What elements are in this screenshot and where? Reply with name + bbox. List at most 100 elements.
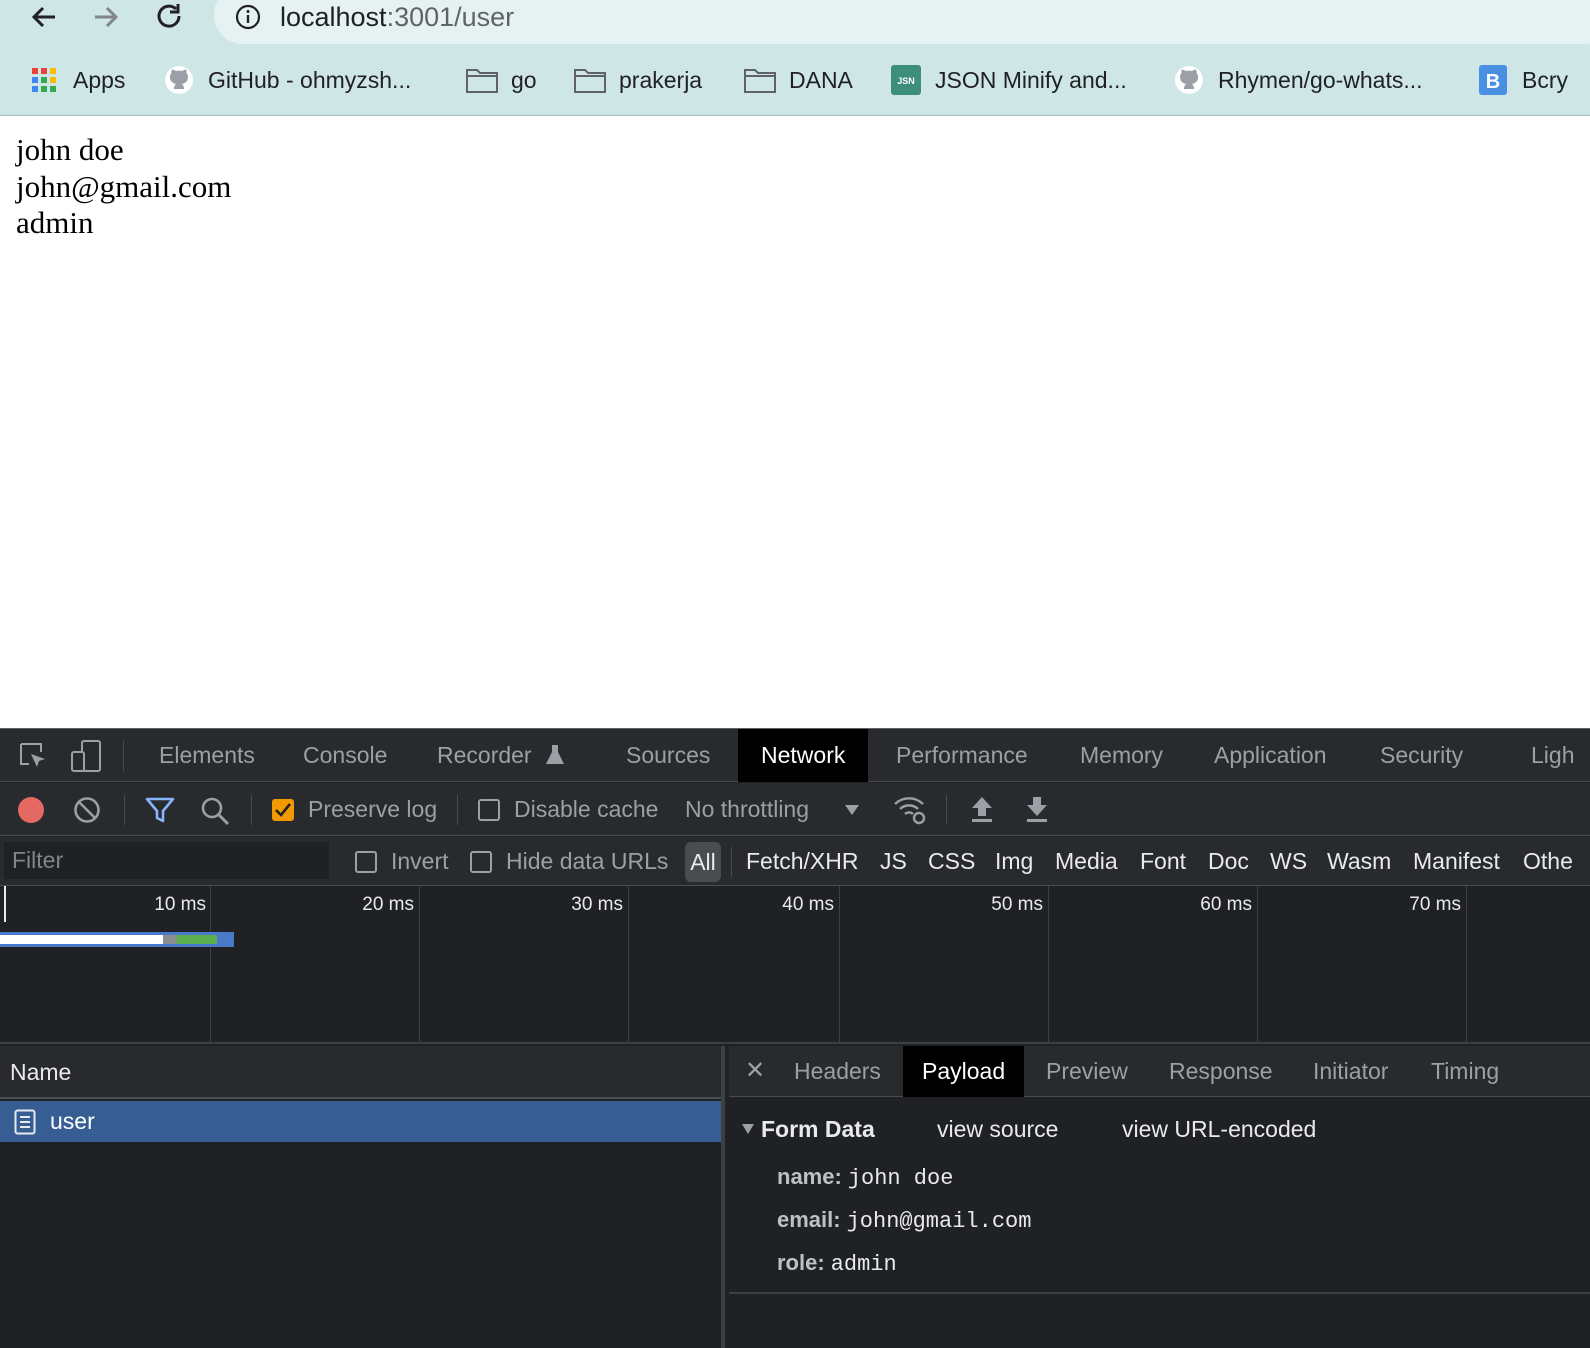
request-list: Name user [0, 1046, 725, 1348]
network-timeline-overview[interactable]: 10 ms 20 ms 30 ms 40 ms 50 ms 60 ms 70 m… [0, 886, 1590, 1044]
filter-type-media[interactable]: Media [1055, 837, 1118, 886]
devtools-panel: Elements Console Recorder Sources Networ… [0, 728, 1590, 1348]
json-icon: JSN [890, 64, 922, 96]
tab-security[interactable]: Security [1380, 729, 1463, 782]
filter-type-fetch-xhr[interactable]: Fetch/XHR [746, 837, 858, 886]
filter-type-css[interactable]: CSS [928, 837, 975, 886]
throttling-select[interactable]: No throttling [685, 783, 860, 836]
request-row-user[interactable]: user [0, 1101, 721, 1142]
back-button[interactable] [24, 0, 64, 34]
tab-initiator[interactable]: Initiator [1313, 1046, 1388, 1097]
folder-icon [744, 64, 776, 96]
forward-button[interactable] [86, 0, 126, 34]
invert-label: Invert [391, 848, 449, 874]
timeline-bar-waiting [0, 935, 163, 944]
timeline-tick-label: 10 ms [154, 894, 206, 915]
tab-lighthouse[interactable]: Ligh [1531, 729, 1574, 782]
column-header-name[interactable]: Name [0, 1046, 721, 1099]
timeline-bar-ttfb [177, 935, 217, 944]
filter-type-doc[interactable]: Doc [1208, 837, 1249, 886]
bookmark-json-minify[interactable]: JSN JSON Minify and... [890, 58, 1127, 102]
tab-payload[interactable]: Payload [903, 1046, 1025, 1097]
svg-text:B: B [1486, 71, 1500, 93]
search-icon[interactable] [200, 796, 230, 826]
tab-performance[interactable]: Performance [896, 729, 1028, 782]
network-conditions-icon[interactable] [893, 794, 929, 826]
filter-type-ws[interactable]: WS [1270, 837, 1307, 886]
reload-button[interactable] [150, 0, 190, 34]
tab-preview[interactable]: Preview [1046, 1046, 1128, 1097]
filter-icon[interactable] [145, 796, 175, 824]
divider [946, 795, 947, 825]
apps-grid-icon [28, 64, 60, 96]
filter-type-img[interactable]: Img [995, 837, 1033, 886]
folder-icon [574, 64, 606, 96]
tab-console[interactable]: Console [303, 729, 387, 782]
github-icon [163, 64, 195, 96]
clear-icon[interactable] [73, 796, 101, 824]
bookmark-github-ohmyzsh[interactable]: GitHub - ohmyzsh... [163, 58, 411, 102]
form-data-toggle[interactable]: Form Data [741, 1112, 875, 1146]
tab-memory[interactable]: Memory [1080, 729, 1163, 782]
timeline-tick-label: 20 ms [362, 894, 414, 915]
bookmark-folder-prakerja[interactable]: prakerja [574, 58, 702, 102]
tab-application[interactable]: Application [1214, 729, 1327, 782]
disable-cache-checkbox[interactable]: Disable cache [478, 783, 658, 836]
timeline-gridline [1048, 886, 1049, 1044]
tab-elements[interactable]: Elements [159, 729, 255, 782]
checkbox-icon [355, 850, 377, 873]
timeline-gridline [839, 886, 840, 1044]
tab-headers[interactable]: Headers [794, 1046, 881, 1097]
filter-type-js[interactable]: JS [880, 837, 907, 886]
divider [457, 795, 458, 825]
tab-timing[interactable]: Timing [1431, 1046, 1499, 1097]
divider [251, 795, 252, 825]
filter-type-wasm[interactable]: Wasm [1327, 837, 1391, 886]
timeline-tick-label: 60 ms [1200, 894, 1252, 915]
timeline-gridline [1257, 886, 1258, 1044]
bookmark-bcrypt[interactable]: B Bcry [1477, 58, 1568, 102]
throttling-label: No throttling [685, 796, 810, 822]
view-url-encoded-link[interactable]: view URL-encoded [1122, 1112, 1316, 1146]
bookmark-folder-dana[interactable]: DANA [744, 58, 853, 102]
record-icon[interactable] [17, 796, 45, 824]
bookmark-folder-go[interactable]: go [466, 58, 537, 102]
info-icon[interactable] [234, 3, 262, 31]
filter-type-all[interactable]: All [685, 842, 721, 882]
filter-input[interactable] [4, 842, 329, 879]
svg-text:JSN: JSN [897, 76, 915, 86]
url-text[interactable]: localhost:3001/user [280, 1, 514, 33]
bcrypt-icon: B [1477, 64, 1509, 96]
url-host: localhost [280, 2, 387, 32]
bookmark-rhymen-go-whatsapp[interactable]: Rhymen/go-whats... [1173, 58, 1423, 102]
close-details-icon[interactable]: ✕ [745, 1046, 765, 1097]
document-icon [14, 1109, 36, 1134]
timeline-bar-stalled [163, 935, 177, 944]
field-key: email: [777, 1207, 841, 1232]
import-har-icon[interactable] [970, 795, 994, 823]
tab-network[interactable]: Network [738, 729, 869, 782]
filter-type-font[interactable]: Font [1140, 837, 1186, 886]
request-details: ✕ Headers Payload Preview Response Initi… [729, 1046, 1590, 1348]
export-har-icon[interactable] [1025, 795, 1049, 823]
tab-recorder-label: Recorder [437, 742, 532, 768]
bookmark-apps[interactable]: Apps [28, 58, 125, 102]
view-source-link[interactable]: view source [937, 1112, 1058, 1146]
invert-checkbox[interactable]: Invert [355, 837, 449, 886]
divider [124, 795, 125, 825]
inspect-element-icon[interactable] [18, 741, 48, 771]
filter-type-other[interactable]: Othe [1523, 837, 1573, 886]
preserve-log-checkbox[interactable]: Preserve log [272, 783, 437, 836]
form-field-role: role: admin [777, 1246, 897, 1280]
tab-sources[interactable]: Sources [626, 729, 710, 782]
details-tab-bar: ✕ Headers Payload Preview Response Initi… [729, 1046, 1590, 1097]
url-path: :3001/user [386, 2, 515, 32]
timeline-gridline [1466, 886, 1467, 1044]
filter-type-manifest[interactable]: Manifest [1413, 837, 1500, 886]
disable-cache-label: Disable cache [514, 796, 659, 822]
hide-data-urls-checkbox[interactable]: Hide data URLs [470, 837, 668, 886]
device-toolbar-icon[interactable] [70, 739, 102, 773]
tab-recorder[interactable]: Recorder [437, 729, 564, 782]
tab-response[interactable]: Response [1169, 1046, 1273, 1097]
bookmark-label: Rhymen/go-whats... [1218, 66, 1423, 93]
